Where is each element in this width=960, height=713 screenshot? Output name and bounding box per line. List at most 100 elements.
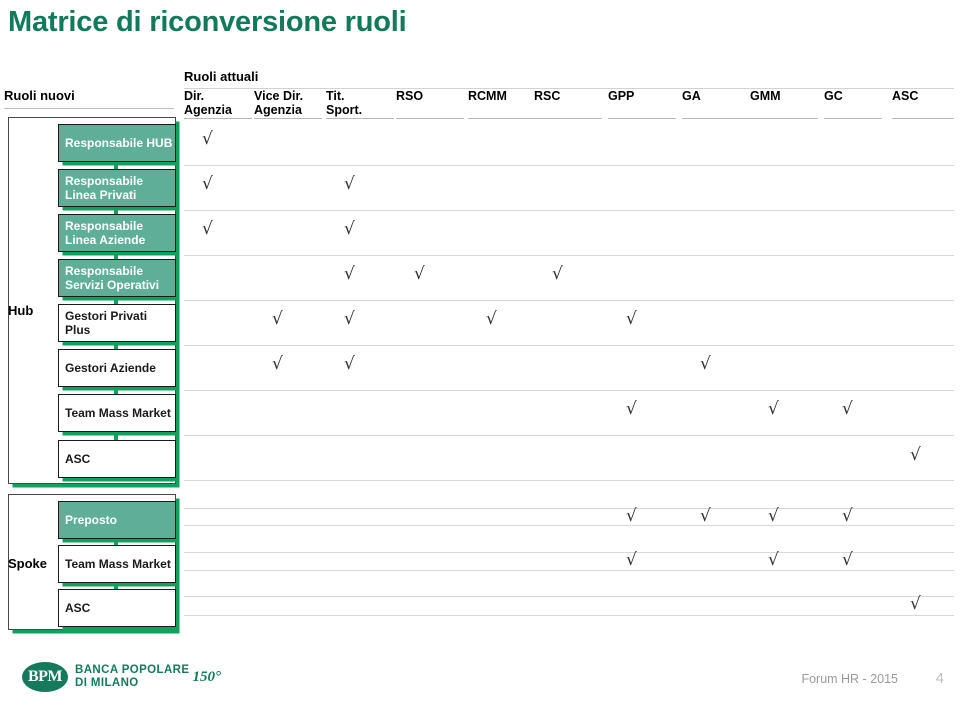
- role-box-8[interactable]: Preposto: [58, 501, 176, 539]
- role-box-label: Responsabile Linea Aziende: [65, 219, 146, 247]
- column-header-underline-5: [534, 118, 602, 119]
- column-header-3: RSO: [396, 89, 424, 103]
- role-box-4[interactable]: Gestori Privati Plus: [58, 304, 176, 342]
- left-header-divider: [4, 108, 174, 109]
- column-header-underline-7: [682, 118, 750, 119]
- checkmark-icon: √: [626, 550, 637, 570]
- role-box-7[interactable]: ASC: [58, 440, 176, 478]
- role-box-label: Responsabile HUB: [65, 136, 173, 150]
- row-divider-6: [184, 435, 954, 436]
- column-header-underline-6: [608, 118, 676, 119]
- checkmark-icon: √: [626, 506, 637, 526]
- row-divider-spoke-0: [184, 508, 954, 509]
- checkmark-icon: √: [344, 219, 355, 239]
- column-header-6: GPP: [608, 89, 635, 103]
- bpm-logo-line1: BANCA POPOLARE: [75, 664, 190, 676]
- column-header-7: GA: [682, 89, 701, 103]
- role-box-label: ASC: [65, 601, 91, 615]
- role-box-label: ASC: [65, 452, 91, 466]
- checkmark-icon: √: [626, 309, 637, 329]
- role-box-label: Gestori Privati Plus: [65, 309, 148, 337]
- role-box-label: Responsabile Linea Privati: [65, 174, 144, 202]
- checkmark-icon: √: [272, 309, 283, 329]
- role-box-10[interactable]: ASC: [58, 589, 176, 627]
- bpm-logo-line2: DI MILANO: [75, 677, 139, 689]
- column-header-2: Tit. Sport.: [326, 89, 363, 117]
- checkmark-icon: √: [842, 550, 853, 570]
- row-divider-spoke-1: [184, 552, 954, 553]
- column-header-1: Vice Dir. Agenzia: [254, 89, 304, 117]
- bpm-logo: BPM BANCA POPOLARE DI MILANO 150°: [22, 662, 221, 692]
- group-label-spoke: Spoke: [8, 556, 48, 571]
- checkmark-icon: √: [700, 506, 711, 526]
- column-header-underline-1: [254, 118, 322, 119]
- checkmark-icon: √: [202, 129, 213, 149]
- row-divider-5: [184, 390, 954, 391]
- column-header-4: RCMM: [468, 89, 507, 103]
- role-box-9[interactable]: Team Mass Market: [58, 545, 176, 583]
- row-divider-2: [184, 255, 954, 256]
- group-label-hub: Hub: [8, 303, 34, 318]
- checkmark-icon: √: [768, 399, 779, 419]
- role-box-0[interactable]: Responsabile HUB: [58, 124, 176, 162]
- column-header-underline-10: [892, 118, 954, 119]
- checkmark-icon: √: [552, 264, 563, 284]
- role-box-label: Team Mass Market: [65, 406, 171, 420]
- row-divider-10: [184, 615, 954, 616]
- column-header-underline-8: [750, 118, 818, 119]
- column-header-8: GMM: [750, 89, 781, 103]
- checkmark-icon: √: [910, 594, 921, 614]
- role-box-5[interactable]: Gestori Aziende: [58, 349, 176, 387]
- row-divider-0: [184, 165, 954, 166]
- bpm-logo-mark: BPM: [22, 662, 68, 692]
- checkmark-icon: √: [486, 309, 497, 329]
- row-divider-9: [184, 570, 954, 571]
- checkmark-icon: √: [344, 354, 355, 374]
- checkmark-icon: √: [414, 264, 425, 284]
- role-box-3[interactable]: Responsabile Servizi Operativi: [58, 259, 176, 297]
- bpm-anniversary-mark: 150°: [192, 668, 221, 685]
- checkmark-icon: √: [700, 354, 711, 374]
- role-box-label: Responsabile Servizi Operativi: [65, 264, 160, 292]
- checkmark-icon: √: [768, 550, 779, 570]
- checkmark-icon: √: [202, 174, 213, 194]
- column-header-underline-9: [824, 118, 882, 119]
- bpm-logo-text: BANCA POPOLARE DI MILANO: [75, 664, 189, 690]
- checkmark-icon: √: [202, 219, 213, 239]
- left-column-header: Ruoli nuovi: [4, 88, 75, 103]
- row-divider-7: [184, 480, 954, 481]
- row-divider-4: [184, 345, 954, 346]
- column-header-underline-3: [396, 118, 464, 119]
- column-header-underline-0: [184, 118, 252, 119]
- page-number: 4: [935, 670, 944, 687]
- column-header-5: RSC: [534, 89, 561, 103]
- checkmark-icon: √: [626, 399, 637, 419]
- role-box-6[interactable]: Team Mass Market: [58, 394, 176, 432]
- page-title: Matrice di riconversione ruoli: [8, 6, 407, 38]
- table-header-title: Ruoli attuali: [184, 69, 259, 84]
- checkmark-icon: √: [344, 174, 355, 194]
- role-box-2[interactable]: Responsabile Linea Aziende: [58, 214, 176, 252]
- footer-note: Forum HR - 2015: [801, 672, 898, 686]
- checkmark-icon: √: [272, 354, 283, 374]
- column-header-underline-2: [326, 118, 394, 119]
- column-header-0: Dir. Agenzia: [184, 89, 232, 117]
- role-box-label: Team Mass Market: [65, 557, 171, 571]
- checkmark-icon: √: [842, 399, 853, 419]
- role-box-label: Preposto: [65, 513, 118, 527]
- checkmark-icon: √: [768, 506, 779, 526]
- column-header-10: ASC: [892, 89, 919, 103]
- row-divider-1: [184, 210, 954, 211]
- checkmark-icon: √: [344, 309, 355, 329]
- role-box-1[interactable]: Responsabile Linea Privati: [58, 169, 176, 207]
- checkmark-icon: √: [842, 506, 853, 526]
- role-box-label: Gestori Aziende: [65, 361, 156, 375]
- checkmark-icon: √: [344, 264, 355, 284]
- row-divider-8: [184, 525, 954, 526]
- column-header-underline-4: [468, 118, 536, 119]
- checkmark-icon: √: [910, 445, 921, 465]
- row-divider-3: [184, 300, 954, 301]
- column-header-9: GC: [824, 89, 843, 103]
- matrix-grid: √ √ √ √ √ √ √ √ √ √ √ √ √ √ √ √ √ √ √ √ √ √ √ √ √ √ √: [184, 120, 954, 630]
- row-divider-spoke-2: [184, 596, 954, 597]
